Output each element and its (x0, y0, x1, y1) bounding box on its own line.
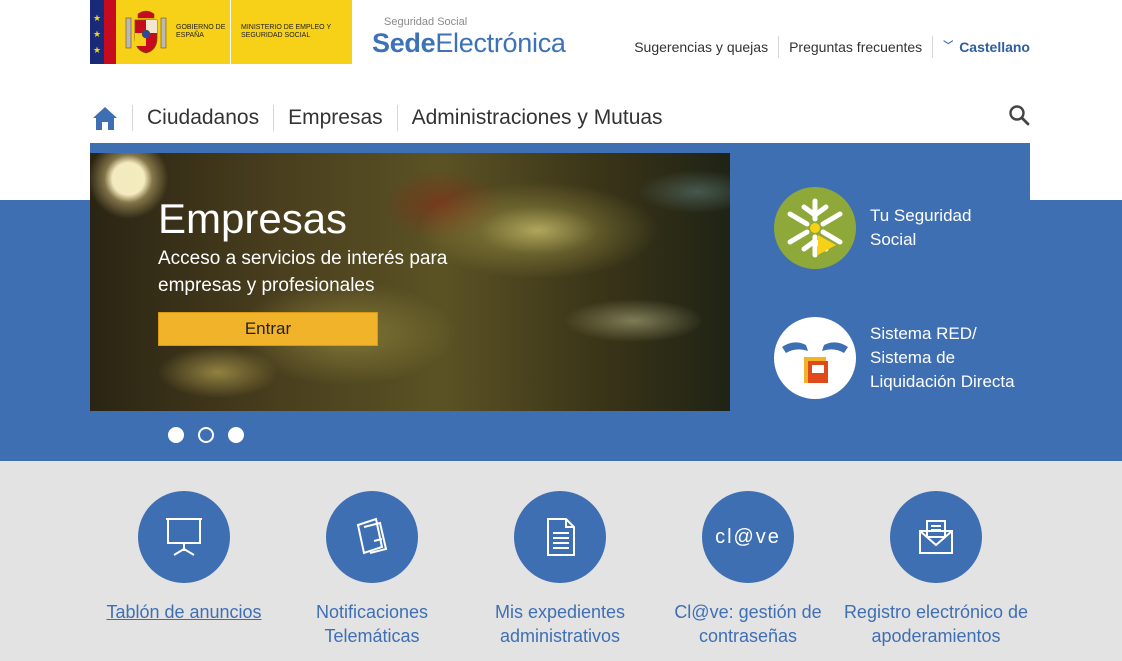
logo-divider (230, 0, 231, 64)
sistema-red-label: Sistema RED/ Sistema de Liquidación Dire… (870, 324, 1015, 391)
tu-seguridad-social-icon (774, 187, 856, 269)
tile-label-expedientes: Mis expedientes administrativos (494, 602, 626, 646)
home-icon[interactable] (92, 105, 118, 131)
gobierno-logo[interactable]: ★ ★ ★ GOBIERNO DE ESPAÑA MINISTERIO DE E… (90, 0, 352, 64)
nav-item-empresas[interactable]: Empresas (273, 105, 397, 131)
coat-of-arms-icon (125, 10, 167, 54)
tile-label-registro: Registro electrónico de apoderamientos (843, 602, 1029, 646)
chevron-down-icon: ﹀ (943, 41, 954, 52)
presentation-board-icon (138, 491, 230, 583)
language-label: Castellano (959, 39, 1030, 55)
ministerio-text: MINISTERIO DE EMPLEO Y SEGURIDAD SOCIAL (241, 24, 331, 39)
sugerencias-link[interactable]: Sugerencias y quejas (624, 36, 780, 58)
gobierno-text: GOBIERNO DE ESPAÑA (176, 24, 226, 39)
tile-label-clave: Cl@ve: gestión de contraseñas (674, 602, 822, 646)
tu-seguridad-social-label: Tu Seguridad Social (870, 206, 972, 249)
main-nav: Ciudadanos Empresas Administraciones y M… (90, 100, 1030, 136)
carousel-dot-3[interactable] (228, 427, 244, 443)
carousel-dot-1[interactable] (168, 427, 184, 443)
clave-logo-icon: cl@ve (702, 491, 794, 583)
tile-label-tablon[interactable]: Tablón de anuncios (89, 600, 279, 624)
carousel-dots (168, 427, 244, 443)
notification-document-icon (326, 491, 418, 583)
eu-flag-icon: ★ ★ ★ (90, 0, 116, 64)
hero-carousel[interactable]: Empresas Acceso a servicios de interés p… (90, 153, 730, 411)
search-icon[interactable] (1008, 104, 1030, 126)
tile-registro-apoderamientos[interactable]: Registro electrónico de apoderamientos (841, 491, 1031, 648)
carousel-dot-2[interactable] (198, 427, 214, 443)
envelope-icon (890, 491, 982, 583)
tile-label-notificaciones: Notificaciones Telemáticas (315, 602, 429, 646)
sede-logo-title: SedeElectrónica (372, 28, 566, 58)
tile-clave[interactable]: cl@ve Cl@ve: gestión de contraseñas (653, 491, 843, 648)
nav-item-administraciones[interactable]: Administraciones y Mutuas (396, 105, 677, 131)
site-header: ★ ★ ★ GOBIERNO DE ESPAÑA MINISTERIO DE E… (0, 0, 1122, 90)
language-selector[interactable]: ﹀ Castellano (932, 36, 1030, 58)
sede-electronica-logo[interactable]: Seguridad Social SedeElectrónica (372, 16, 566, 58)
nav-item-ciudadanos[interactable]: Ciudadanos (132, 105, 273, 131)
document-icon (514, 491, 606, 583)
tile-mis-expedientes[interactable]: Mis expedientes administrativos (465, 491, 655, 648)
hero-title: Empresas (158, 195, 348, 242)
sede-logo-subtitle: Seguridad Social (384, 16, 468, 28)
tile-tablon-anuncios[interactable]: Tablón de anuncios (89, 491, 279, 624)
hero-subtitle: Acceso a servicios de interés para empre… (158, 248, 448, 296)
sistema-red-link[interactable]: Sistema RED/ Sistema de Liquidación Dire… (774, 317, 1020, 399)
sistema-red-icon (774, 317, 856, 399)
preguntas-frecuentes-link[interactable]: Preguntas frecuentes (779, 36, 932, 58)
tu-seguridad-social-link[interactable]: Tu Seguridad Social (774, 187, 1020, 269)
top-links: Sugerencias y quejas Preguntas frecuente… (624, 36, 1030, 58)
entrar-button[interactable]: Entrar (158, 312, 378, 346)
tile-notificaciones[interactable]: Notificaciones Telemáticas (277, 491, 467, 648)
